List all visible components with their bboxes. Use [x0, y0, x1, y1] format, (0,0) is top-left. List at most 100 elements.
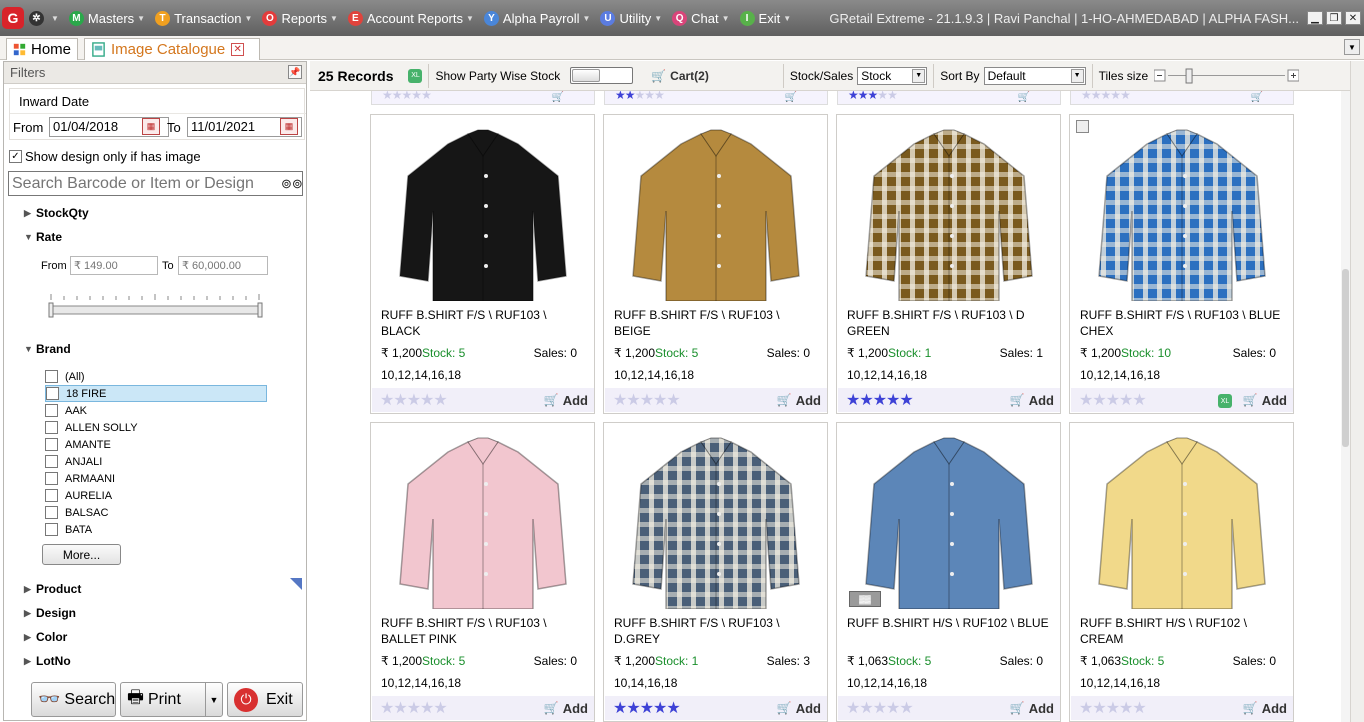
cart-icon[interactable]: 🛒	[1018, 92, 1030, 103]
menu-exit[interactable]: I Exit ▼	[735, 0, 797, 36]
product-image[interactable]	[847, 116, 1051, 301]
search-button[interactable]: 👓 Search	[31, 682, 116, 717]
tiles-size-slider[interactable]	[1154, 68, 1300, 84]
brand-item[interactable]: BATA	[45, 521, 267, 538]
product-image[interactable]	[847, 424, 1051, 609]
brand-checkbox[interactable]	[45, 404, 58, 417]
add-to-cart-button[interactable]: 🛒 Add	[1243, 393, 1287, 408]
product-image[interactable]	[381, 424, 585, 609]
star-rating[interactable]: ★★★★★	[380, 698, 448, 718]
section-design[interactable]: ▶ Design	[24, 606, 76, 620]
section-product[interactable]: ▶ Product	[24, 582, 81, 596]
add-to-cart-button[interactable]: 🛒 Add	[1243, 701, 1287, 716]
excel-export-icon[interactable]: XL	[408, 68, 423, 83]
menu-transaction[interactable]: T Transaction ▼	[150, 0, 257, 36]
pin-icon[interactable]: 📌	[288, 65, 302, 79]
star-rating[interactable]: ★★★★★	[1079, 698, 1147, 718]
rate-to-input[interactable]	[178, 256, 268, 275]
star-rating[interactable]: ★★★★★	[613, 698, 681, 718]
brand-item[interactable]: (All)	[45, 368, 267, 385]
binoculars-icon[interactable]: ⊚⊚	[281, 176, 303, 192]
tile-select-checkbox[interactable]	[1076, 120, 1089, 133]
menu-chat[interactable]: Q Chat ▼	[667, 0, 734, 36]
excel-icon[interactable]: XL	[1218, 394, 1232, 408]
product-tile[interactable]: RUFF B.SHIRT H/S \ RUF102 \ CREAM ₹ 1,063…	[1069, 422, 1294, 722]
menu-account-reports[interactable]: E Account Reports ▼	[343, 0, 479, 36]
minimize-icon[interactable]: ▁	[1307, 11, 1323, 25]
add-to-cart-button[interactable]: 🛒 Add	[1010, 701, 1054, 716]
product-image[interactable]	[614, 116, 818, 301]
brand-checkbox[interactable]	[45, 370, 58, 383]
section-rate[interactable]: ▼ Rate	[24, 230, 62, 244]
brand-item[interactable]: AAK	[45, 402, 267, 419]
menu-utility[interactable]: U Utility ▼	[595, 0, 667, 36]
brand-checkbox[interactable]	[46, 387, 59, 400]
close-window-icon[interactable]: ✕	[1345, 11, 1361, 25]
from-calendar-icon[interactable]: ▦	[142, 118, 160, 135]
sort-by-select[interactable]: Default ▼	[983, 66, 1086, 85]
brand-item[interactable]: ANJALI	[45, 453, 267, 470]
star-rating[interactable]: ★★★★★	[382, 91, 432, 101]
brand-item[interactable]: ARMAANI	[45, 470, 267, 487]
to-calendar-icon[interactable]: ▦	[280, 118, 298, 135]
close-tab-icon[interactable]: ✕	[231, 43, 245, 56]
product-image[interactable]	[1080, 116, 1284, 301]
section-lotno[interactable]: ▶ LotNo	[24, 654, 71, 668]
tab-list-dropdown-icon[interactable]: ▼	[1344, 39, 1360, 55]
product-image[interactable]	[614, 424, 818, 609]
brand-checkbox[interactable]	[45, 438, 58, 451]
product-tile[interactable]: RUFF B.SHIRT F/S \ RUF103 \ BLUE CHEX ₹ 1…	[1069, 114, 1294, 414]
print-dropdown-icon[interactable]: ▼	[205, 683, 222, 716]
star-rating[interactable]: ★★★★★	[846, 698, 914, 718]
brand-checkbox[interactable]	[45, 506, 58, 519]
cart-icon[interactable]: 🛒	[1251, 92, 1263, 103]
exit-button[interactable]: ⏻ Exit	[227, 682, 303, 717]
product-tile[interactable]: RUFF B.SHIRT F/S \ RUF103 \ D GREEN ₹ 1,2…	[836, 114, 1061, 414]
add-to-cart-button[interactable]: 🛒 Add	[777, 393, 821, 408]
rate-range-slider[interactable]	[48, 292, 263, 322]
product-tile[interactable]: ▓▓ RUFF B.SHIRT H/S \ RUF102 \ BLUE ₹ 1,06…	[836, 422, 1061, 722]
menu-reports[interactable]: O Reports ▼	[257, 0, 342, 36]
add-to-cart-button[interactable]: 🛒 Add	[777, 701, 821, 716]
brand-item[interactable]: AMANTE	[45, 436, 267, 453]
add-to-cart-button[interactable]: 🛒 Add	[544, 393, 588, 408]
grid-scrollbar[interactable]	[1341, 91, 1350, 722]
search-input[interactable]	[8, 171, 303, 196]
add-to-cart-button[interactable]: 🛒 Add	[544, 701, 588, 716]
star-rating[interactable]: ★★★★★	[1079, 390, 1147, 410]
brand-checkbox[interactable]	[45, 421, 58, 434]
add-to-cart-button[interactable]: 🛒 Add	[1010, 393, 1054, 408]
rate-from-input[interactable]	[70, 256, 158, 275]
section-color[interactable]: ▶ Color	[24, 630, 67, 644]
cart-icon[interactable]: 🛒	[552, 92, 564, 103]
product-tile[interactable]: RUFF B.SHIRT F/S \ RUF103 \ BLACK ₹ 1,200…	[370, 114, 595, 414]
section-stockqty[interactable]: ▶ StockQty	[24, 206, 89, 220]
brand-checkbox[interactable]	[45, 472, 58, 485]
restore-icon[interactable]: ❐	[1326, 11, 1342, 25]
app-logo[interactable]: G	[2, 7, 24, 29]
product-image[interactable]	[1080, 424, 1284, 609]
star-rating[interactable]: ★★★★★	[613, 390, 681, 410]
star-rating[interactable]: ★★★★★	[846, 390, 914, 410]
brand-checkbox[interactable]	[45, 523, 58, 536]
party-wise-stock-toggle[interactable]	[570, 67, 634, 84]
section-brand[interactable]: ▼ Brand	[24, 342, 71, 356]
brand-item[interactable]: AURELIA	[45, 487, 267, 504]
product-tile[interactable]: RUFF B.SHIRT F/S \ RUF103 \ D.GREY ₹ 1,20…	[603, 422, 828, 722]
star-rating[interactable]: ★★★★★	[380, 390, 448, 410]
product-image[interactable]	[381, 116, 585, 301]
tab-image-catalogue[interactable]: Image Catalogue ✕	[84, 38, 260, 60]
menu-tools[interactable]: ✲ ▼	[24, 0, 64, 36]
product-tile[interactable]: RUFF B.SHIRT F/S \ RUF103 \ BEIGE ₹ 1,200…	[603, 114, 828, 414]
brand-item[interactable]: ALLEN SOLLY	[45, 419, 267, 436]
product-tile[interactable]: RUFF B.SHIRT F/S \ RUF103 \ BALLET PINK ₹…	[370, 422, 595, 722]
menu-alpha-payroll[interactable]: Y Alpha Payroll ▼	[479, 0, 596, 36]
star-rating[interactable]: ★★★★★	[1081, 91, 1131, 101]
star-rating[interactable]: ★★★★★	[848, 91, 898, 101]
brand-item[interactable]: 18 FIRE	[45, 385, 267, 402]
print-button[interactable]: 🖶 Print ▼	[120, 682, 223, 717]
scrollbar-thumb[interactable]	[1342, 269, 1349, 447]
stock-sales-select[interactable]: Stock ▼	[857, 66, 928, 85]
brand-checkbox[interactable]	[45, 489, 58, 502]
design-only-checkbox[interactable]: ✓	[9, 150, 22, 163]
